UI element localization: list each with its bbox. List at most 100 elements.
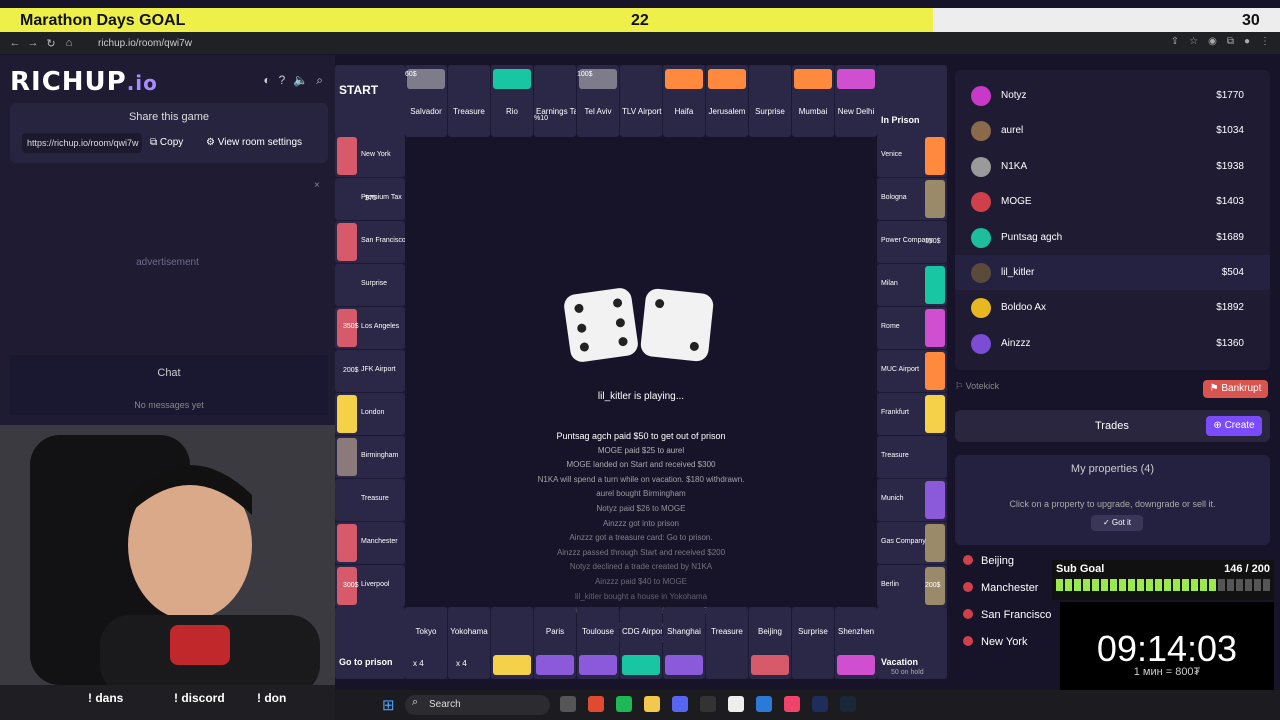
tile-left-6[interactable]: London (335, 393, 405, 435)
owned-property[interactable]: San Francisco (963, 609, 1051, 621)
tile-bottom-7[interactable]: Treasure (706, 607, 748, 679)
tile-bottom-0[interactable]: Tokyo (405, 607, 447, 679)
tile-right-4[interactable]: Rome (877, 307, 947, 349)
tile-label: London (361, 409, 385, 416)
tile-right-8[interactable]: Munich (877, 479, 947, 521)
tile-bottom-1[interactable]: Yokohama (448, 607, 490, 679)
tile-bottom-9[interactable]: Surprise (792, 607, 834, 679)
sub-goal-title: Sub Goal (1056, 563, 1105, 575)
tile-top-3[interactable]: Earnings Tax (534, 65, 576, 137)
bankrupt-button[interactable]: ⚑ Bankrupt (1203, 380, 1268, 398)
player-money: $1770 (1216, 90, 1244, 101)
tile-bottom-3[interactable]: Paris (534, 607, 576, 679)
tile-bottom-2[interactable] (491, 607, 533, 679)
app-icon[interactable] (700, 696, 716, 712)
owned-property[interactable]: Manchester (963, 582, 1038, 594)
tile-top-1[interactable]: Treasure (448, 65, 490, 137)
reload-icon[interactable]: ↻ (42, 37, 60, 50)
tile-bottom-6[interactable]: Shanghai (663, 607, 705, 679)
player-name: aurel (1001, 125, 1024, 137)
copy-button[interactable]: ⧉ Copy (150, 133, 183, 153)
votekick-button[interactable]: ⚐ Votekick (955, 381, 999, 392)
ad-close-icon[interactable]: × (314, 180, 320, 191)
corner-in-prison[interactable]: In Prison (877, 65, 947, 137)
player-row[interactable]: MOGE $1403 (955, 184, 1270, 219)
tile-bottom-8[interactable]: Beijing (749, 607, 791, 679)
menu-kebab-icon[interactable]: ⋮ (1260, 36, 1270, 47)
install-icon[interactable]: ⇪ (1171, 36, 1179, 47)
search-icon[interactable]: ⌕ (316, 73, 323, 88)
player-row[interactable]: Boldoo Ax $1892 (955, 290, 1270, 325)
tile-top-10[interactable]: New Delhi (835, 65, 877, 137)
tile-bottom-10[interactable]: Shenzhen (835, 607, 877, 679)
got-it-button[interactable]: ✓ Got it (1091, 515, 1143, 531)
progress-segment (1065, 579, 1072, 591)
tile-left-7[interactable]: Birmingham (335, 436, 405, 478)
chrome-icon[interactable] (588, 696, 604, 712)
folder-icon[interactable] (644, 696, 660, 712)
room-settings-button[interactable]: ⚙ View room settings (206, 133, 302, 153)
tile-right-6[interactable]: Frankfurt (877, 393, 947, 435)
app-icon[interactable] (560, 696, 576, 712)
tile-top-6[interactable]: Haifa (663, 65, 705, 137)
windows-start-icon[interactable]: ⊞ (382, 696, 395, 714)
tile-top-9[interactable]: Mumbai (792, 65, 834, 137)
sound-icon[interactable]: 🔈 (293, 73, 308, 88)
tile-left-0[interactable]: New York (335, 135, 405, 177)
corner-go-to_prison[interactable]: Go to prison (335, 607, 405, 679)
tile-top-5[interactable]: TLV Airport (620, 65, 662, 137)
progress-segment (1245, 579, 1252, 591)
share-link-field[interactable]: https://richup.io/room/qwi7w (22, 133, 142, 153)
create-trade-button[interactable]: ⊕ Create (1206, 416, 1262, 436)
avatar (971, 156, 991, 177)
home-icon[interactable]: ⌂ (60, 37, 78, 49)
player-row[interactable]: Ainzzz $1360 (955, 326, 1270, 361)
tile-right-3[interactable]: Milan (877, 264, 947, 306)
discord-icon[interactable]: ◐ (263, 73, 270, 88)
address-bar[interactable]: richup.io/room/qwi7w (98, 38, 192, 49)
taskbar-search[interactable]: Search (405, 695, 550, 715)
profile-icon[interactable]: ● (1244, 36, 1250, 47)
tile-price: $75 (365, 195, 377, 202)
extension-icon[interactable]: ◉ (1208, 36, 1217, 47)
spotify-icon[interactable] (616, 696, 632, 712)
tile-top-8[interactable]: Surprise (749, 65, 791, 137)
tile-top-7[interactable]: Jerusalem (706, 65, 748, 137)
owned-property[interactable]: New York (963, 636, 1027, 648)
tile-label: Gas Company (881, 538, 926, 545)
tile-left-9[interactable]: Manchester (335, 522, 405, 564)
player-row[interactable]: aurel $1034 (955, 113, 1270, 148)
player-row[interactable]: Notyz $1770 (955, 78, 1270, 113)
tile-label: Bologna (881, 194, 907, 201)
tile-right-1[interactable]: Bologna (877, 178, 947, 220)
steam-icon[interactable] (840, 696, 856, 712)
bookmark-star-icon[interactable]: ☆ (1189, 36, 1198, 47)
tile-label: Jerusalem (708, 107, 746, 116)
back-icon[interactable]: ← (6, 37, 24, 49)
player-row[interactable]: N1KA $1938 (955, 149, 1270, 184)
notion-icon[interactable] (728, 696, 744, 712)
corner-start[interactable]: START (335, 65, 405, 137)
tile-left-3[interactable]: Surprise (335, 264, 405, 306)
extensions-puzzle-icon[interactable]: ⧉ (1227, 36, 1234, 47)
tile-left-2[interactable]: San Francisco (335, 221, 405, 263)
player-row[interactable]: Puntsag agch $1689 (955, 220, 1270, 255)
tile-right-7[interactable]: Treasure (877, 436, 947, 478)
forward-icon[interactable]: → (24, 37, 42, 49)
photoshop-icon[interactable] (812, 696, 828, 712)
tile-right-9[interactable]: Gas Company (877, 522, 947, 564)
edge-icon[interactable] (756, 696, 772, 712)
help-icon[interactable]: ? (279, 73, 286, 88)
tile-left-8[interactable]: Treasure (335, 479, 405, 521)
tile-bottom-4[interactable]: Toulouse (577, 607, 619, 679)
owned-property[interactable]: Beijing (963, 555, 1014, 567)
corner-vacation[interactable]: Vacation 50 on hold (877, 607, 947, 679)
discord-icon[interactable] (672, 696, 688, 712)
tile-top-2[interactable]: Rio (491, 65, 533, 137)
tile-bottom-5[interactable]: CDG Airport (620, 607, 662, 679)
player-row[interactable]: lil_kitler $504 (955, 255, 1270, 290)
tile-right-0[interactable]: Venice (877, 135, 947, 177)
tile-right-5[interactable]: MUC Airport (877, 350, 947, 392)
music-icon[interactable] (784, 696, 800, 712)
sub-goal-count: 146 / 200 (1224, 563, 1270, 575)
